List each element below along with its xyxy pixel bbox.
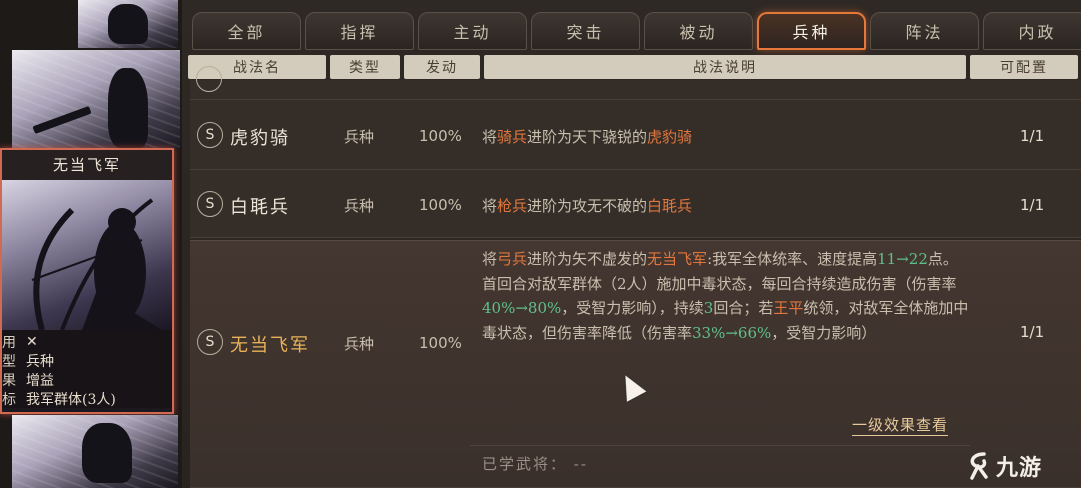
skill-type: 兵种 bbox=[344, 197, 375, 215]
table-row[interactable]: S 白毦兵 兵种 100% 将枪兵进阶为攻无不破的白毦兵 1/1 bbox=[190, 170, 1081, 238]
stat-key: 型 bbox=[2, 353, 16, 370]
tab-internal-affairs[interactable]: 内政 bbox=[983, 12, 1081, 50]
skill-description: 将骑兵进阶为天下骁锐的虎豹骑 bbox=[482, 128, 693, 146]
stat-row: 标 我军群体(3人) bbox=[2, 389, 166, 408]
column-header-type[interactable]: 类型 bbox=[330, 55, 400, 79]
selected-skill-card-title: 无当飞军 bbox=[2, 150, 172, 180]
selected-skill-card[interactable]: 无当飞军 用 ✕ 型 兵种 果 增益 标 我军群体(3人) bbox=[0, 148, 174, 414]
skill-card-thumbnail[interactable] bbox=[78, 0, 178, 48]
s-grade-icon bbox=[196, 66, 222, 92]
s-grade-icon: S bbox=[197, 329, 223, 355]
archer-artwork bbox=[2, 180, 172, 330]
s-grade-icon: S bbox=[197, 191, 223, 217]
skill-type: 兵种 bbox=[344, 335, 375, 353]
skill-name: 虎豹骑 bbox=[230, 128, 290, 149]
table-row-expanded[interactable]: S 无当飞军 兵种 100% 将弓兵进阶为矢不虚发的无当飞军:我军全体统率、速度… bbox=[190, 240, 1081, 488]
skill-list-panel: 全部 指挥 主动 突击 被动 兵种 阵法 内政 战法名 类型 发动 战法说明 可… bbox=[182, 0, 1081, 488]
skill-name: 无当飞军 bbox=[230, 335, 310, 356]
tab-active[interactable]: 主动 bbox=[418, 12, 527, 50]
skill-card-thumbnail[interactable] bbox=[12, 50, 180, 150]
stat-value: 增益 bbox=[26, 372, 54, 389]
table-row[interactable] bbox=[190, 66, 1081, 100]
skill-trigger-rate: 100% bbox=[419, 334, 462, 352]
tab-assault[interactable]: 突击 bbox=[531, 12, 640, 50]
jiuyou-logo: 九游 bbox=[966, 448, 1076, 484]
column-header-equippable[interactable]: 可配置 bbox=[970, 55, 1078, 79]
tab-formation[interactable]: 阵法 bbox=[870, 12, 979, 50]
stat-value: 兵种 bbox=[26, 353, 54, 370]
category-tabs: 全部 指挥 主动 突击 被动 兵种 阵法 内政 bbox=[192, 12, 1081, 52]
jiuyou-logo-icon bbox=[970, 452, 988, 480]
tab-troop-type[interactable]: 兵种 bbox=[757, 12, 866, 50]
divider bbox=[470, 445, 970, 446]
learned-generals: 已学武将： -- bbox=[482, 455, 588, 473]
tab-command[interactable]: 指挥 bbox=[305, 12, 414, 50]
skill-trigger-rate: 100% bbox=[419, 196, 462, 214]
skill-type: 兵种 bbox=[344, 128, 375, 146]
crossed-arrows-icon: ✕ bbox=[26, 333, 38, 350]
stat-key: 标 bbox=[2, 391, 16, 408]
stat-row: 型 兵种 bbox=[2, 351, 166, 370]
skill-name: 白毦兵 bbox=[230, 197, 290, 218]
tab-all[interactable]: 全部 bbox=[192, 12, 301, 50]
skill-equippable-count: 1/1 bbox=[1020, 127, 1045, 145]
tab-passive[interactable]: 被动 bbox=[644, 12, 753, 50]
selected-skill-stats: 用 ✕ 型 兵种 果 增益 标 我军群体(3人) bbox=[2, 330, 172, 408]
stat-key: 果 bbox=[2, 372, 16, 389]
skill-trigger-rate: 100% bbox=[419, 127, 462, 145]
skill-equippable-count: 1/1 bbox=[1020, 196, 1045, 214]
table-row[interactable]: S 虎豹骑 兵种 100% 将骑兵进阶为天下骁锐的虎豹骑 1/1 bbox=[190, 100, 1081, 170]
column-header-description: 战法说明 bbox=[484, 55, 966, 79]
stat-row: 果 增益 bbox=[2, 370, 166, 389]
skill-equippable-count: 1/1 bbox=[1020, 323, 1045, 341]
skill-card-strip: 无当飞军 用 ✕ 型 兵种 果 增益 标 我军群体(3人) bbox=[0, 0, 182, 488]
stat-row: 用 ✕ bbox=[2, 332, 166, 351]
level-one-effect-link[interactable]: 一级效果查看 bbox=[852, 414, 949, 436]
stat-key: 用 bbox=[2, 334, 16, 351]
skill-description: 将弓兵进阶为矢不虚发的无当飞军:我军全体统率、速度提高11→22点。首回合对敌军… bbox=[482, 250, 969, 342]
stat-value: 我军群体(3人) bbox=[26, 391, 116, 408]
jiuyou-logo-text: 九游 bbox=[996, 456, 1043, 481]
column-header-trigger[interactable]: 发动 bbox=[404, 55, 480, 79]
s-grade-icon: S bbox=[197, 122, 223, 148]
skill-card-thumbnail[interactable] bbox=[12, 415, 178, 488]
skill-description: 将枪兵进阶为攻无不破的白毦兵 bbox=[482, 197, 693, 215]
